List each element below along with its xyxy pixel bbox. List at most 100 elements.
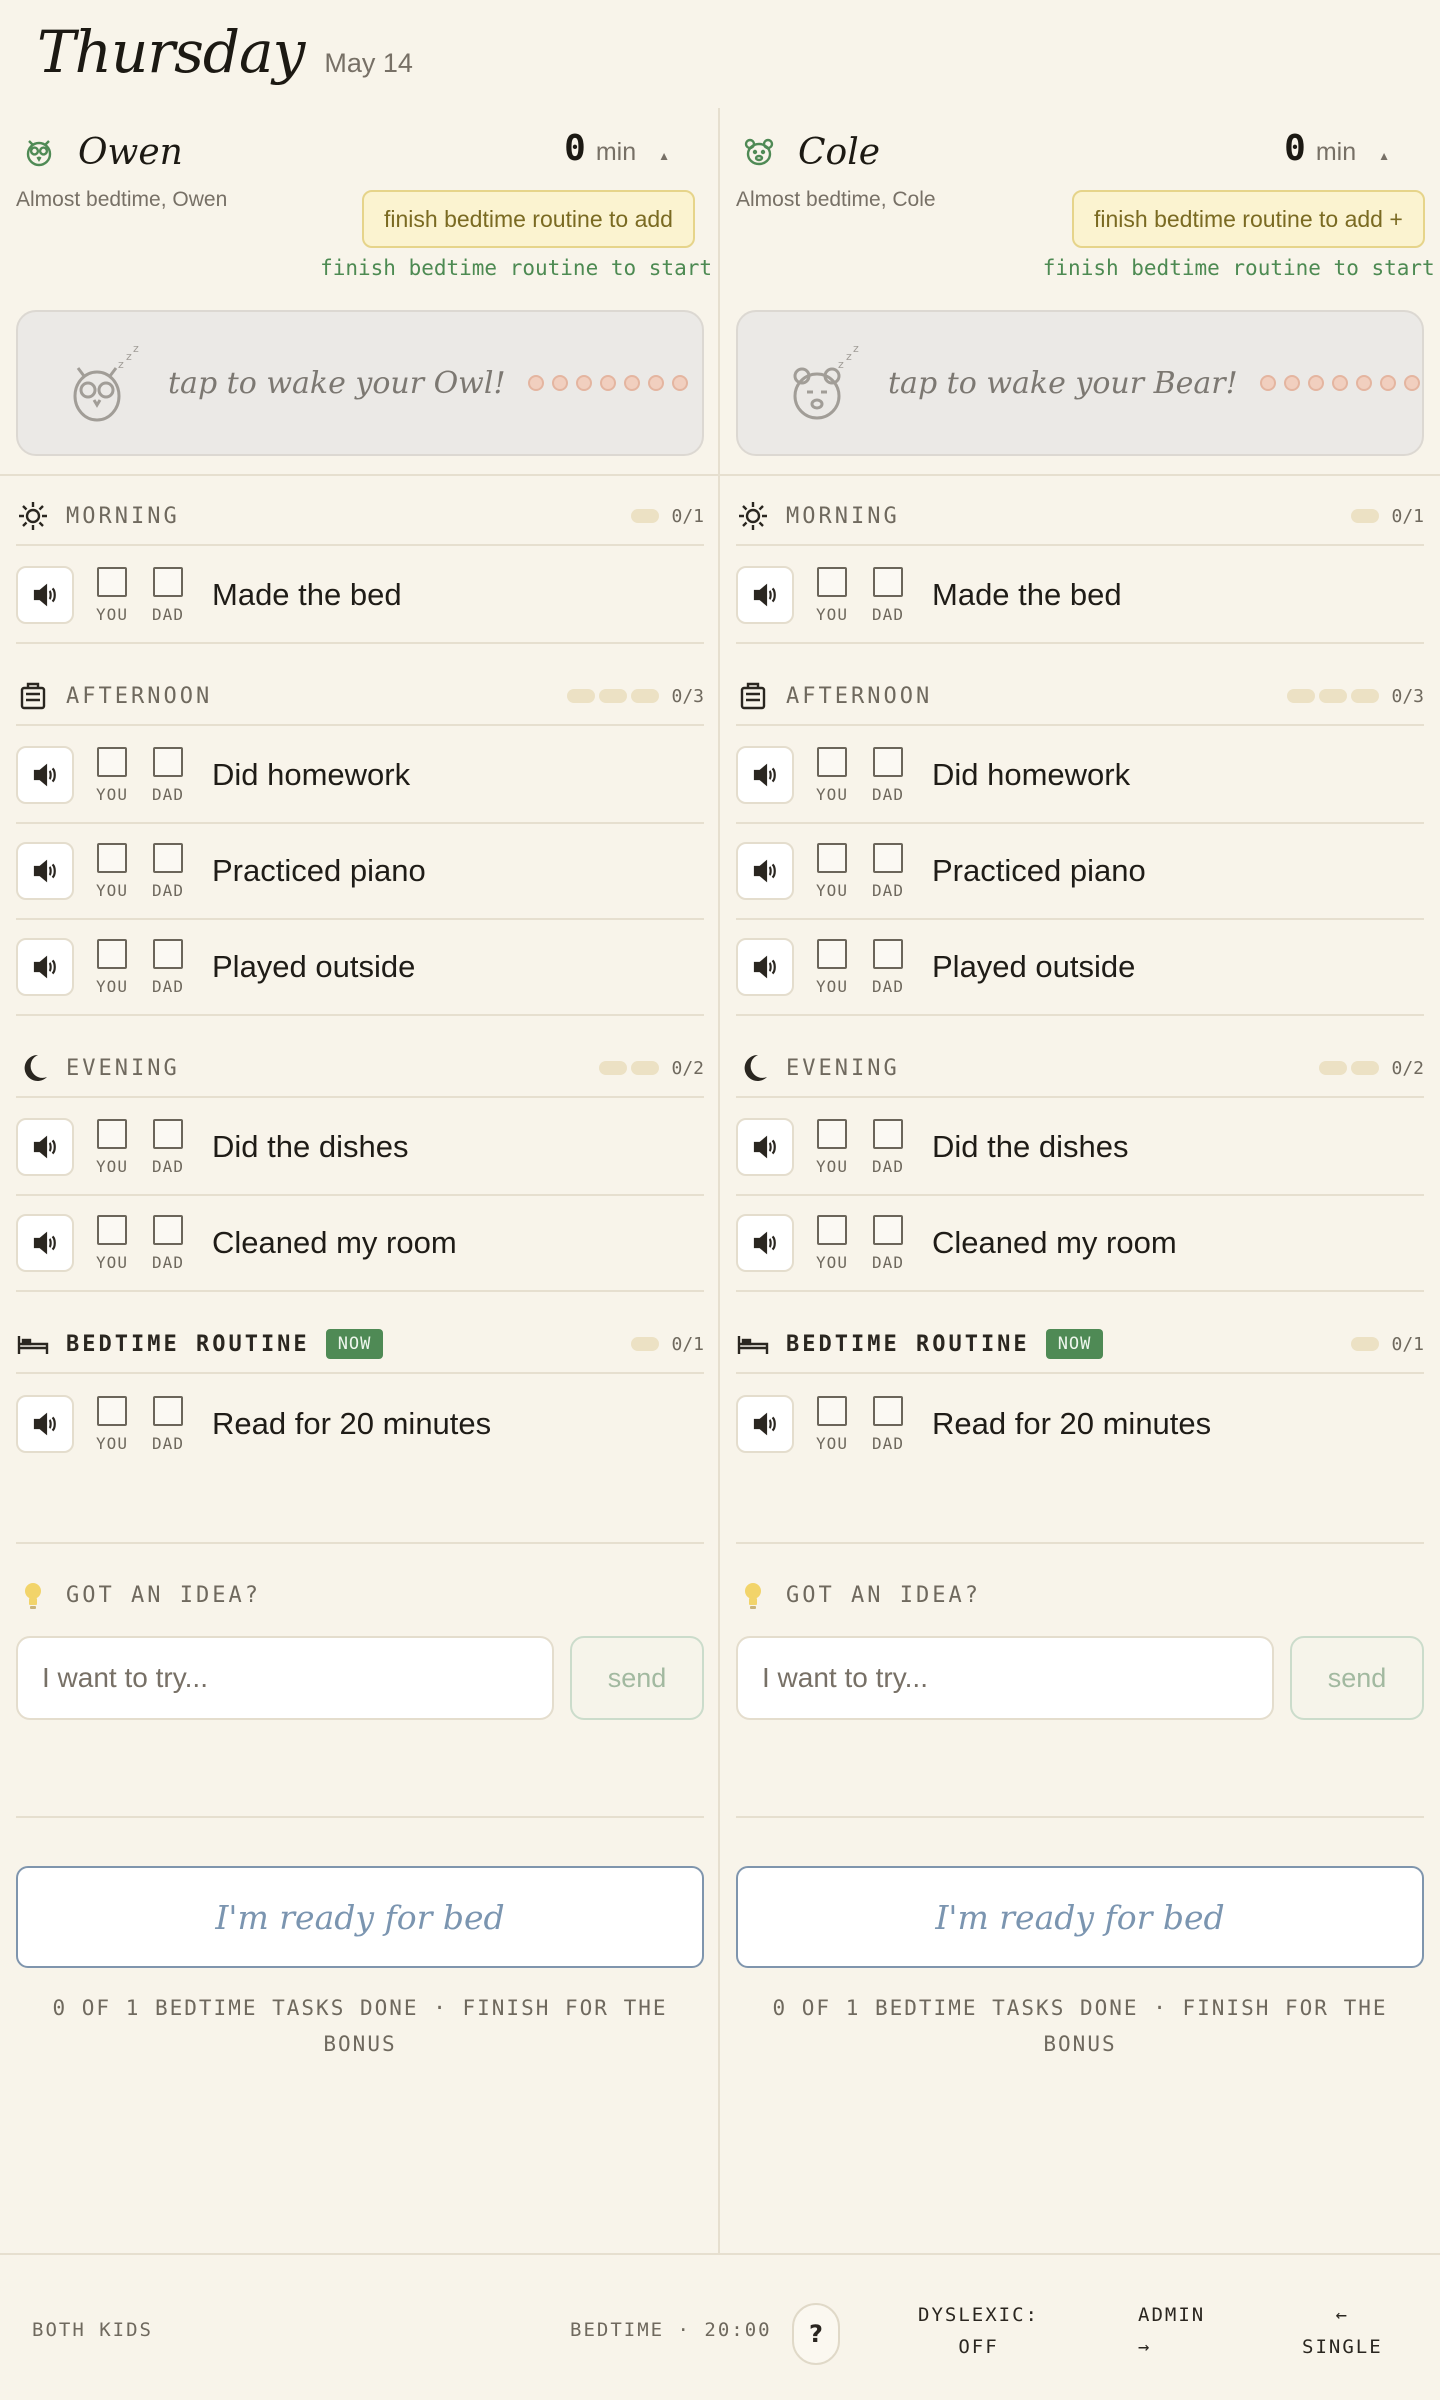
wake-pet-button[interactable]: zzz tap to wake your Owl! xyxy=(16,310,704,456)
dad-checkbox[interactable]: DAD xyxy=(144,1214,192,1272)
add-notice-pill[interactable]: finish bedtime routine to add + xyxy=(1072,190,1425,248)
dad-checkbox[interactable]: DAD xyxy=(144,938,192,996)
idea-input[interactable] xyxy=(16,1636,554,1720)
wake-pet-button[interactable]: zzz tap to wake your Bear! xyxy=(736,310,1424,456)
checkbox-box[interactable] xyxy=(873,1118,903,1149)
checkbox-box[interactable] xyxy=(97,746,127,777)
dad-checkbox[interactable]: DAD xyxy=(144,842,192,900)
progress-segment xyxy=(1319,689,1348,703)
you-checkbox[interactable]: YOU xyxy=(808,1214,856,1272)
task-row: YOU DAD Read for 20 minutes xyxy=(16,1376,704,1472)
checkbox-box[interactable] xyxy=(873,938,903,969)
checkbox-box[interactable] xyxy=(153,1395,183,1426)
ready-for-bed-button[interactable]: I'm ready for bed xyxy=(16,1866,704,1968)
caret-up-icon[interactable]: ▲ xyxy=(658,149,670,163)
checkbox-box[interactable] xyxy=(97,842,127,873)
dad-checkbox[interactable]: DAD xyxy=(864,1118,912,1176)
dyslexic-toggle[interactable]: DYSLEXIC: OFF xyxy=(918,2299,1039,2363)
speaker-icon[interactable] xyxy=(16,566,74,624)
you-checkbox[interactable]: YOU xyxy=(808,1395,856,1453)
checkbox-box[interactable] xyxy=(97,566,127,597)
single-link[interactable]: ← SINGLE xyxy=(1302,2299,1383,2363)
you-checkbox[interactable]: YOU xyxy=(88,842,136,900)
checkbox-box[interactable] xyxy=(873,566,903,597)
you-checkbox[interactable]: YOU xyxy=(88,746,136,804)
minutes-counter[interactable]: 0 min ▲ xyxy=(1284,128,1390,169)
speaker-icon[interactable] xyxy=(736,1118,794,1176)
dad-checkbox[interactable]: DAD xyxy=(144,1395,192,1453)
you-checkbox[interactable]: YOU xyxy=(88,1118,136,1176)
you-checkbox[interactable]: YOU xyxy=(808,746,856,804)
checkbox-box[interactable] xyxy=(153,1214,183,1245)
svg-text:z: z xyxy=(118,358,124,371)
dad-checkbox[interactable]: DAD xyxy=(144,566,192,624)
you-checkbox[interactable]: YOU xyxy=(88,1395,136,1453)
section-title: AFTERNOON xyxy=(786,683,933,709)
speaker-icon[interactable] xyxy=(16,938,74,996)
checkbox-box[interactable] xyxy=(817,842,847,873)
checkbox-box[interactable] xyxy=(153,842,183,873)
task-label: Read for 20 minutes xyxy=(932,1406,1212,1441)
speaker-icon[interactable] xyxy=(736,1214,794,1272)
checkbox-box[interactable] xyxy=(873,1395,903,1426)
speaker-icon[interactable] xyxy=(736,746,794,804)
dad-checkbox[interactable]: DAD xyxy=(144,746,192,804)
dad-checkbox[interactable]: DAD xyxy=(864,1395,912,1453)
now-badge: NOW xyxy=(325,1329,384,1359)
checkbox-box[interactable] xyxy=(873,842,903,873)
checkbox-box[interactable] xyxy=(97,1214,127,1245)
speaker-icon[interactable] xyxy=(736,1395,794,1453)
help-button[interactable]: ? xyxy=(792,2303,840,2365)
speaker-icon[interactable] xyxy=(736,842,794,900)
checkbox-box[interactable] xyxy=(873,746,903,777)
checkbox-box[interactable] xyxy=(153,746,183,777)
checkbox-box[interactable] xyxy=(97,938,127,969)
checkbox-box[interactable] xyxy=(97,1118,127,1149)
checkbox-box[interactable] xyxy=(873,1214,903,1245)
checkbox-box[interactable] xyxy=(153,566,183,597)
caret-up-icon[interactable]: ▲ xyxy=(1378,149,1390,163)
checkbox-box[interactable] xyxy=(817,1395,847,1426)
speaker-icon[interactable] xyxy=(736,938,794,996)
minutes-counter[interactable]: 0 min ▲ xyxy=(564,128,670,169)
dad-checkbox[interactable]: DAD xyxy=(864,1214,912,1272)
dad-checkbox[interactable]: DAD xyxy=(864,746,912,804)
dad-checkbox[interactable]: DAD xyxy=(864,566,912,624)
ready-for-bed-button[interactable]: I'm ready for bed xyxy=(736,1866,1424,1968)
you-checkbox[interactable]: YOU xyxy=(88,938,136,996)
checkbox-box[interactable] xyxy=(817,1214,847,1245)
you-checkbox[interactable]: YOU xyxy=(88,566,136,624)
checkbox-box[interactable] xyxy=(817,938,847,969)
section-title: BEDTIME ROUTINE xyxy=(66,1331,310,1357)
checkbox-box[interactable] xyxy=(817,746,847,777)
checkbox-label: YOU xyxy=(816,1252,848,1272)
checkbox-box[interactable] xyxy=(817,1118,847,1149)
checkbox-box[interactable] xyxy=(153,1118,183,1149)
admin-link[interactable]: ADMIN → xyxy=(1138,2299,1205,2363)
task-row: YOU DAD Practiced piano xyxy=(736,824,1424,920)
speaker-icon[interactable] xyxy=(16,746,74,804)
you-checkbox[interactable]: YOU xyxy=(808,842,856,900)
dad-checkbox[interactable]: DAD xyxy=(864,842,912,900)
send-button[interactable]: send xyxy=(570,1636,704,1720)
speaker-icon[interactable] xyxy=(16,1118,74,1176)
wake-progress-dots xyxy=(527,375,696,391)
you-checkbox[interactable]: YOU xyxy=(88,1214,136,1272)
speaker-icon[interactable] xyxy=(16,842,74,900)
idea-input[interactable] xyxy=(736,1636,1274,1720)
dad-checkbox[interactable]: DAD xyxy=(144,1118,192,1176)
you-checkbox[interactable]: YOU xyxy=(808,938,856,996)
owl-icon xyxy=(20,133,58,171)
speaker-icon[interactable] xyxy=(736,566,794,624)
checkbox-box[interactable] xyxy=(153,938,183,969)
speaker-icon[interactable] xyxy=(16,1395,74,1453)
checkbox-box[interactable] xyxy=(817,566,847,597)
you-checkbox[interactable]: YOU xyxy=(808,566,856,624)
you-checkbox[interactable]: YOU xyxy=(808,1118,856,1176)
checkbox-box[interactable] xyxy=(97,1395,127,1426)
speaker-icon[interactable] xyxy=(16,1214,74,1272)
section-evening: EVENING 0/2 xyxy=(16,1040,704,1098)
dad-checkbox[interactable]: DAD xyxy=(864,938,912,996)
send-button[interactable]: send xyxy=(1290,1636,1424,1720)
add-notice-pill[interactable]: finish bedtime routine to add xyxy=(362,190,695,248)
